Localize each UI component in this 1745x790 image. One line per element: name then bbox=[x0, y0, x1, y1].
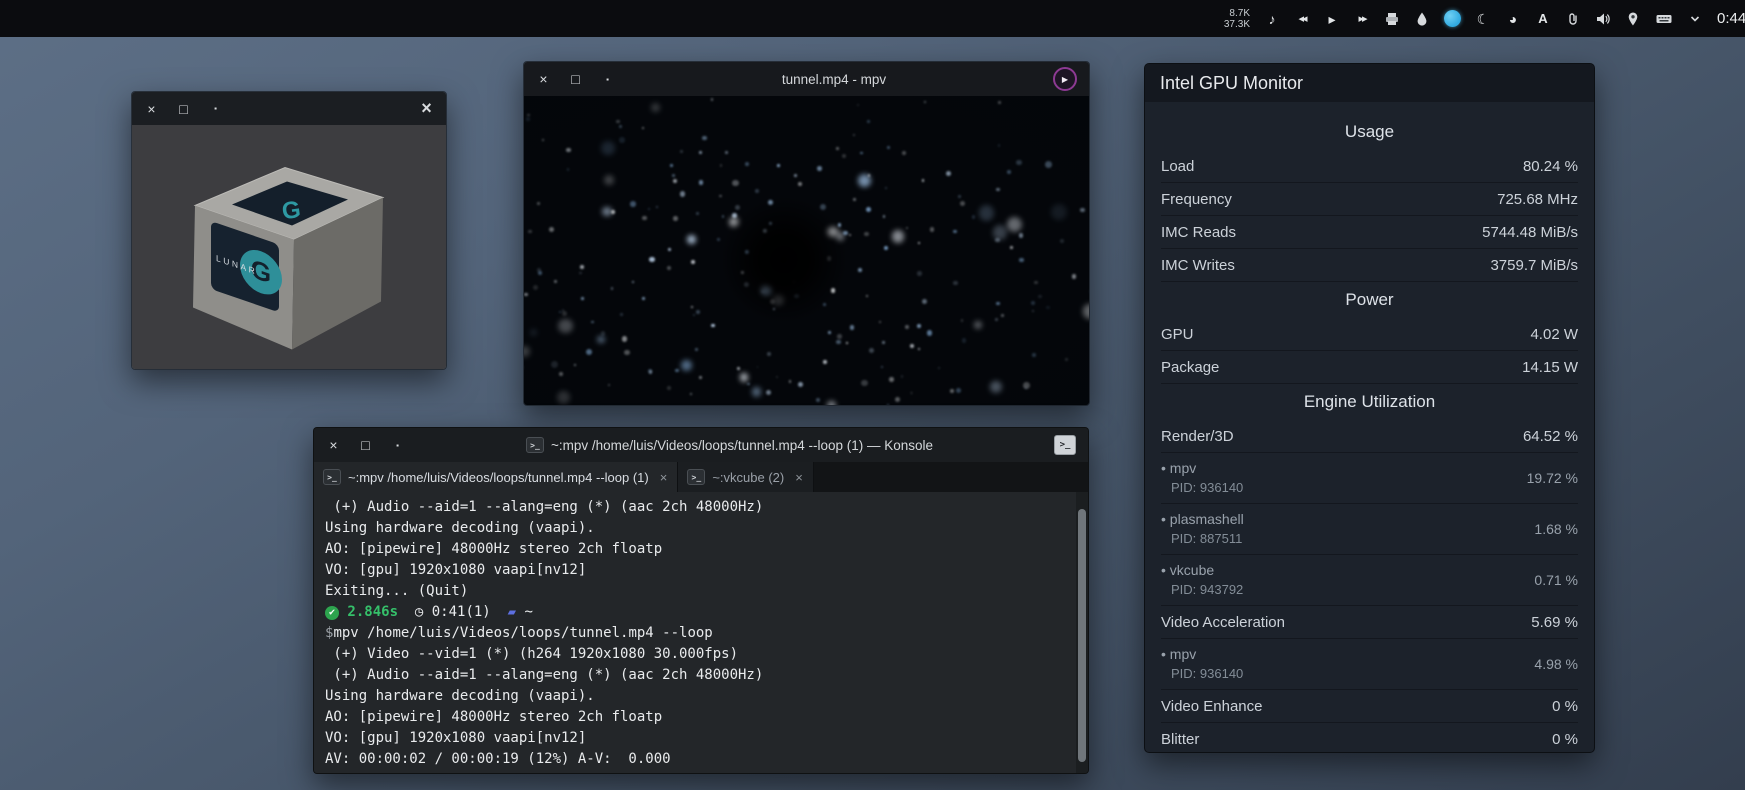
gpu-process-row: • plasmashellPID: 8875111.68 % bbox=[1161, 504, 1578, 555]
terminal-tab-icon: >_ bbox=[687, 469, 705, 485]
close-icon[interactable]: × bbox=[144, 101, 159, 116]
gpu-metric-row: Frequency725.68 MHz bbox=[1161, 183, 1578, 216]
maximize-icon[interactable]: □ bbox=[358, 438, 373, 453]
network-speed-indicator[interactable]: 8.7K 37.3K bbox=[1224, 8, 1250, 30]
media-player-icon[interactable]: ♪ bbox=[1264, 11, 1280, 27]
terminal-line: (+) Audio --aid=1 --alang=eng (*) (aac 2… bbox=[325, 665, 1076, 686]
terminal-line: Using hardware decoding (vaapi). bbox=[325, 686, 1076, 707]
mpv-window-title: tunnel.mp4 - mpv bbox=[615, 72, 1053, 87]
gpu-metric-row: Package14.15 W bbox=[1161, 351, 1578, 384]
terminal-line: $mpv /home/luis/Videos/loops/tunnel.mp4 … bbox=[325, 623, 1076, 644]
printer-icon[interactable] bbox=[1384, 11, 1400, 27]
tab-close-icon[interactable]: × bbox=[660, 470, 668, 485]
system-tray-bar: 8.7K 37.3K ♪ ◂◂ ▸ ▸▸ ☾ ◕ A 0:44 bbox=[0, 0, 1745, 37]
konsole-titlebar[interactable]: × □ ▪ >_ ~:mpv /home/luis/Videos/loops/t… bbox=[314, 428, 1088, 462]
terminal-output[interactable]: (+) Audio --aid=1 --alang=eng (*) (aac 2… bbox=[314, 492, 1076, 773]
minimize-icon[interactable]: ▪ bbox=[390, 438, 405, 453]
terminal-line: ✔ 2.846s ◷ 0:41(1) ▰ ~ bbox=[325, 602, 1076, 623]
gpu-metric-row: IMC Writes3759.7 MiB/s bbox=[1161, 249, 1578, 282]
volume-icon[interactable] bbox=[1595, 11, 1611, 27]
tab-label: ~:vkcube (2) bbox=[712, 470, 784, 485]
close-icon[interactable]: × bbox=[326, 438, 341, 453]
media-rewind-icon[interactable]: ◂◂ bbox=[1294, 11, 1310, 27]
close-icon[interactable]: × bbox=[536, 72, 551, 87]
mpv-window: × □ ▪ tunnel.mp4 - mpv ▶ bbox=[523, 61, 1090, 406]
gpu-monitor-window: Intel GPU Monitor UsageLoad80.24 %Freque… bbox=[1144, 63, 1595, 753]
gpu-monitor-title: Intel GPU Monitor bbox=[1145, 64, 1594, 102]
gpu-metric-row: Video Enhance0 % bbox=[1161, 690, 1578, 723]
gpu-metric-row: Video Acceleration5.69 % bbox=[1161, 606, 1578, 639]
minimize-icon[interactable]: ▪ bbox=[600, 72, 615, 87]
tab-close-icon[interactable]: × bbox=[795, 470, 803, 485]
color-droplet-icon[interactable] bbox=[1414, 11, 1430, 27]
konsole-window: × □ ▪ >_ ~:mpv /home/luis/Videos/loops/t… bbox=[313, 427, 1089, 774]
close-icon[interactable]: × bbox=[419, 101, 434, 116]
gpu-process-row: • mpvPID: 93614019.72 % bbox=[1161, 453, 1578, 504]
gpu-metric-row: IMC Reads5744.48 MiB/s bbox=[1161, 216, 1578, 249]
gpu-rows: UsageLoad80.24 %Frequency725.68 MHzIMC R… bbox=[1145, 102, 1594, 753]
input-method-icon[interactable]: A bbox=[1535, 11, 1551, 27]
gpu-process-row: • vkcubePID: 9437920.71 % bbox=[1161, 555, 1578, 606]
terminal-line: AV: 00:00:02 / 00:00:19 (12%) A-V: 0.000 bbox=[325, 749, 1076, 770]
terminal-tab-icon: >_ bbox=[323, 469, 341, 485]
disk-usage-icon[interactable]: ◕ bbox=[1505, 11, 1521, 27]
terminal-line: VO: [gpu] 1920x1080 vaapi[nv12] bbox=[325, 728, 1076, 749]
location-icon[interactable] bbox=[1625, 11, 1641, 27]
gpu-metric-row: Render/3D64.52 % bbox=[1161, 420, 1578, 453]
terminal-line: AO: [pipewire] 48000Hz stereo 2ch floatp bbox=[325, 539, 1076, 560]
gpu-metric-row: Load80.24 % bbox=[1161, 150, 1578, 183]
net-down-label: 37.3K bbox=[1224, 19, 1250, 30]
mpv-titlebar[interactable]: × □ ▪ tunnel.mp4 - mpv ▶ bbox=[524, 62, 1089, 96]
gpu-process-row: • mpvPID: 9361404.98 % bbox=[1161, 639, 1578, 690]
mpv-logo-icon: ▶ bbox=[1053, 67, 1077, 91]
vkcube-viewport[interactable]: G G LUNAR bbox=[132, 125, 446, 369]
gpu-section-header: Usage bbox=[1161, 114, 1578, 150]
tab-vkcube[interactable]: >_ ~:vkcube (2) × bbox=[678, 462, 814, 492]
tab-label: ~:mpv /home/luis/Videos/loops/tunnel.mp4… bbox=[348, 470, 649, 485]
desktop[interactable]: 8.7K 37.3K ♪ ◂◂ ▸ ▸▸ ☾ ◕ A 0:44 bbox=[0, 0, 1745, 790]
clipboard-icon[interactable] bbox=[1565, 11, 1581, 27]
terminal-line: AO: [pipewire] 48000Hz stereo 2ch floatp bbox=[325, 707, 1076, 728]
tab-mpv[interactable]: >_ ~:mpv /home/luis/Videos/loops/tunnel.… bbox=[314, 462, 678, 492]
media-forward-icon[interactable]: ▸▸ bbox=[1354, 11, 1370, 27]
konsole-icon: >_ bbox=[526, 437, 544, 453]
mpv-video-surface[interactable] bbox=[524, 96, 1089, 405]
terminal-line: (+) Video --vid=1 (*) (h264 1920x1080 30… bbox=[325, 644, 1076, 665]
gpu-metric-row: GPU4.02 W bbox=[1161, 318, 1578, 351]
media-play-icon[interactable]: ▸ bbox=[1324, 11, 1340, 27]
net-up-label: 8.7K bbox=[1224, 8, 1250, 19]
maximize-icon[interactable]: □ bbox=[568, 72, 583, 87]
lunarg-cube: G G LUNAR bbox=[132, 125, 446, 369]
night-color-icon[interactable]: ☾ bbox=[1475, 11, 1491, 27]
maximize-icon[interactable]: □ bbox=[176, 101, 191, 116]
terminal-line: Exiting... (Quit) bbox=[325, 581, 1076, 602]
konsole-window-title: >_ ~:mpv /home/luis/Videos/loops/tunnel.… bbox=[405, 437, 1054, 453]
konsole-tabbar: >_ ~:mpv /home/luis/Videos/loops/tunnel.… bbox=[314, 462, 1088, 492]
clock[interactable]: 0:44 bbox=[1717, 10, 1745, 27]
scrollbar-handle[interactable] bbox=[1078, 509, 1086, 762]
gpu-section-header: Power bbox=[1161, 282, 1578, 318]
keyboard-layout-icon[interactable] bbox=[1655, 11, 1673, 27]
screen-recorder-icon[interactable] bbox=[1444, 10, 1461, 27]
vkcube-titlebar[interactable]: × □ ▪ × bbox=[132, 92, 446, 125]
tray-expand-chevron-icon[interactable] bbox=[1687, 11, 1703, 27]
video-tunnel-vignette bbox=[524, 96, 1089, 405]
terminal-line: (+) Audio --aid=1 --alang=eng (*) (aac 2… bbox=[325, 497, 1076, 518]
cube-top-letter: G bbox=[280, 196, 302, 225]
terminal-scrollbar[interactable] bbox=[1076, 492, 1088, 773]
terminal-line: Using hardware decoding (vaapi). bbox=[325, 518, 1076, 539]
terminal-line: VO: [gpu] 1920x1080 vaapi[nv12] bbox=[325, 560, 1076, 581]
gpu-section-header: Engine Utilization bbox=[1161, 384, 1578, 420]
minimize-icon[interactable]: ▪ bbox=[208, 101, 223, 116]
konsole-title-text: ~:mpv /home/luis/Videos/loops/tunnel.mp4… bbox=[551, 438, 933, 453]
konsole-app-icon: >_ bbox=[1054, 435, 1076, 455]
vkcube-window: × □ ▪ × G G LUNAR bbox=[131, 91, 447, 370]
gpu-metric-row: Blitter0 % bbox=[1161, 723, 1578, 753]
